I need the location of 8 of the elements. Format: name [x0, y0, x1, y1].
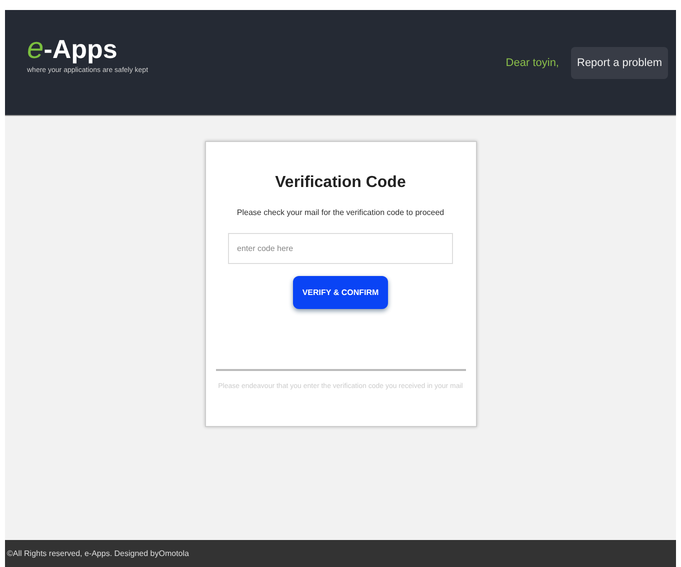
- code-input-field[interactable]: enter code here: [228, 233, 453, 264]
- instruction-text: Please check your mail for the verification code to proceed: [236, 208, 444, 217]
- copyright-text: ©All Rights reserved, e-Apps. Designed byOmotola: [7, 549, 189, 558]
- greeting-text: Dear toyin,: [506, 56, 559, 68]
- verify-confirm-button[interactable]: VERIFY & CONFIRM: [293, 276, 388, 309]
- report-problem-button[interactable]: Report a problem: [571, 46, 668, 78]
- card-title: Verification Code: [275, 174, 406, 192]
- app-logo: e-Apps: [27, 35, 118, 63]
